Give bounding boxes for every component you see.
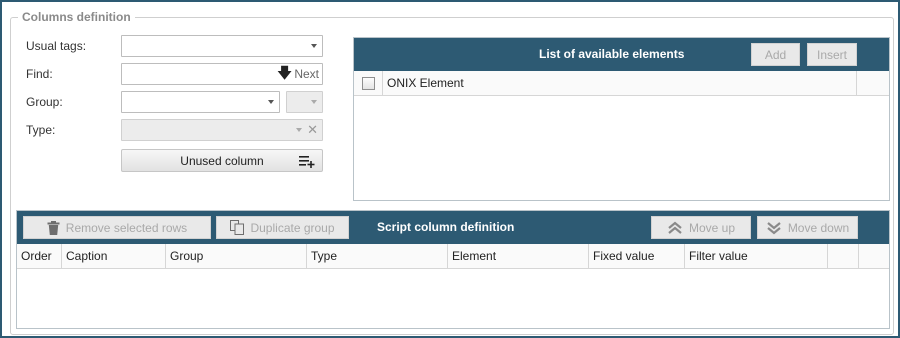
usual-tags-label: Usual tags: [26, 39, 87, 53]
chevron-down-icon [311, 44, 317, 48]
remove-selected-rows-button[interactable]: Remove selected rows [23, 216, 211, 239]
insert-label: Insert [816, 47, 847, 62]
group-secondary-select[interactable] [286, 91, 323, 113]
arrow-down-icon: 🡇 [276, 65, 293, 82]
add-label: Add [764, 47, 787, 62]
usual-tags-select[interactable] [121, 35, 323, 57]
move-up-label: Move up [688, 220, 736, 235]
double-chevron-down-icon [767, 221, 781, 234]
select-all-column [354, 71, 383, 96]
column-header-fixed-value[interactable]: Fixed value [589, 244, 685, 269]
chevron-down-icon [311, 100, 317, 104]
available-elements-grid-header: ONIX Element [354, 71, 889, 96]
script-grid-header: Order Caption Group Type Element Fixed v… [17, 244, 889, 269]
find-next-button[interactable]: 🡇 Next [277, 66, 319, 82]
type-select[interactable]: ✕ [121, 119, 323, 141]
available-elements-title: List of available elements [539, 47, 685, 61]
column-header-spacer [857, 71, 889, 96]
add-to-list-icon [299, 156, 315, 168]
duplicate-icon [230, 220, 245, 235]
column-header-onix-element[interactable]: ONIX Element [383, 71, 857, 96]
insert-button[interactable]: Insert [807, 43, 857, 66]
find-input[interactable]: 🡇 Next [121, 63, 323, 85]
available-elements-header: List of available elements Add Insert [354, 38, 889, 71]
move-up-button[interactable]: Move up [651, 216, 751, 239]
remove-selected-rows-label: Remove selected rows [65, 220, 188, 235]
unused-column-label: Unused column [180, 153, 264, 168]
duplicate-group-button[interactable]: Duplicate group [216, 216, 349, 239]
move-down-button[interactable]: Move down [757, 216, 858, 239]
groupbox-title: Columns definition [18, 10, 135, 24]
type-label: Type: [26, 123, 56, 137]
trash-icon [47, 220, 60, 235]
chevron-down-icon [268, 100, 274, 104]
duplicate-group-label: Duplicate group [250, 220, 335, 235]
select-all-checkbox[interactable] [362, 77, 375, 90]
clear-icon[interactable]: ✕ [307, 122, 318, 138]
available-elements-panel: List of available elements Add Insert ON… [353, 37, 890, 201]
window-frame: Columns definition Usual tags: Find: 🡇 N… [0, 0, 900, 338]
add-button[interactable]: Add [751, 43, 800, 66]
chevron-down-icon [296, 128, 302, 132]
column-header-type[interactable]: Type [307, 244, 448, 269]
script-column-definition-panel: Remove selected rows Duplicate group Scr… [16, 210, 890, 329]
column-header-element[interactable]: Element [448, 244, 589, 269]
column-header-caption[interactable]: Caption [62, 244, 166, 269]
column-header-order[interactable]: Order [17, 244, 62, 269]
column-header-group[interactable]: Group [166, 244, 307, 269]
unused-column-button[interactable]: Unused column [121, 149, 323, 172]
column-header-spacer [828, 244, 859, 269]
column-header-filter-value[interactable]: Filter value [685, 244, 828, 269]
find-next-label: Next [294, 67, 319, 81]
group-label: Group: [26, 95, 63, 109]
move-down-label: Move down [787, 220, 850, 235]
double-chevron-up-icon [668, 221, 682, 234]
group-select[interactable] [121, 91, 280, 113]
script-column-definition-header: Remove selected rows Duplicate group Scr… [17, 211, 889, 244]
script-column-definition-title: Script column definition [377, 220, 515, 234]
find-label: Find: [26, 67, 53, 81]
